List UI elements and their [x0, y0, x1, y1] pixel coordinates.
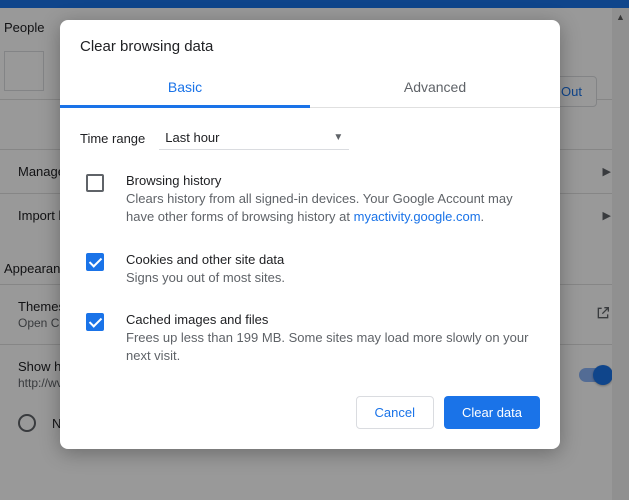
dialog-actions: Cancel Clear data	[60, 378, 560, 433]
myactivity-link[interactable]: myactivity.google.com	[354, 209, 481, 224]
time-range-row: Time range Last hour ▼	[60, 108, 560, 160]
option-browsing-history: Browsing history Clears history from all…	[60, 160, 560, 239]
time-range-value: Last hour	[165, 130, 219, 145]
dialog-title: Clear browsing data	[60, 20, 560, 69]
clear-data-button[interactable]: Clear data	[444, 396, 540, 429]
time-range-select[interactable]: Last hour ▼	[159, 126, 349, 150]
checkbox-browsing-history[interactable]	[86, 174, 104, 192]
option-title: Cached images and files	[126, 311, 540, 329]
cancel-button[interactable]: Cancel	[356, 396, 434, 429]
option-desc: Frees up less than 199 MB. Some sites ma…	[126, 329, 540, 365]
clear-browsing-data-dialog: Clear browsing data Basic Advanced Time …	[60, 20, 560, 449]
option-cache: Cached images and files Frees up less th…	[60, 299, 560, 378]
dialog-tabs: Basic Advanced	[60, 69, 560, 108]
checkbox-cookies[interactable]	[86, 253, 104, 271]
checkbox-cache[interactable]	[86, 313, 104, 331]
dropdown-arrow-icon: ▼	[333, 132, 343, 143]
tab-basic[interactable]: Basic	[60, 69, 310, 107]
option-desc: Clears history from all signed-in device…	[126, 191, 513, 224]
tab-advanced[interactable]: Advanced	[310, 69, 560, 107]
option-title: Cookies and other site data	[126, 251, 540, 269]
option-desc: Signs you out of most sites.	[126, 269, 540, 287]
time-range-label: Time range	[80, 131, 145, 146]
option-cookies: Cookies and other site data Signs you ou…	[60, 239, 560, 299]
option-title: Browsing history	[126, 172, 540, 190]
